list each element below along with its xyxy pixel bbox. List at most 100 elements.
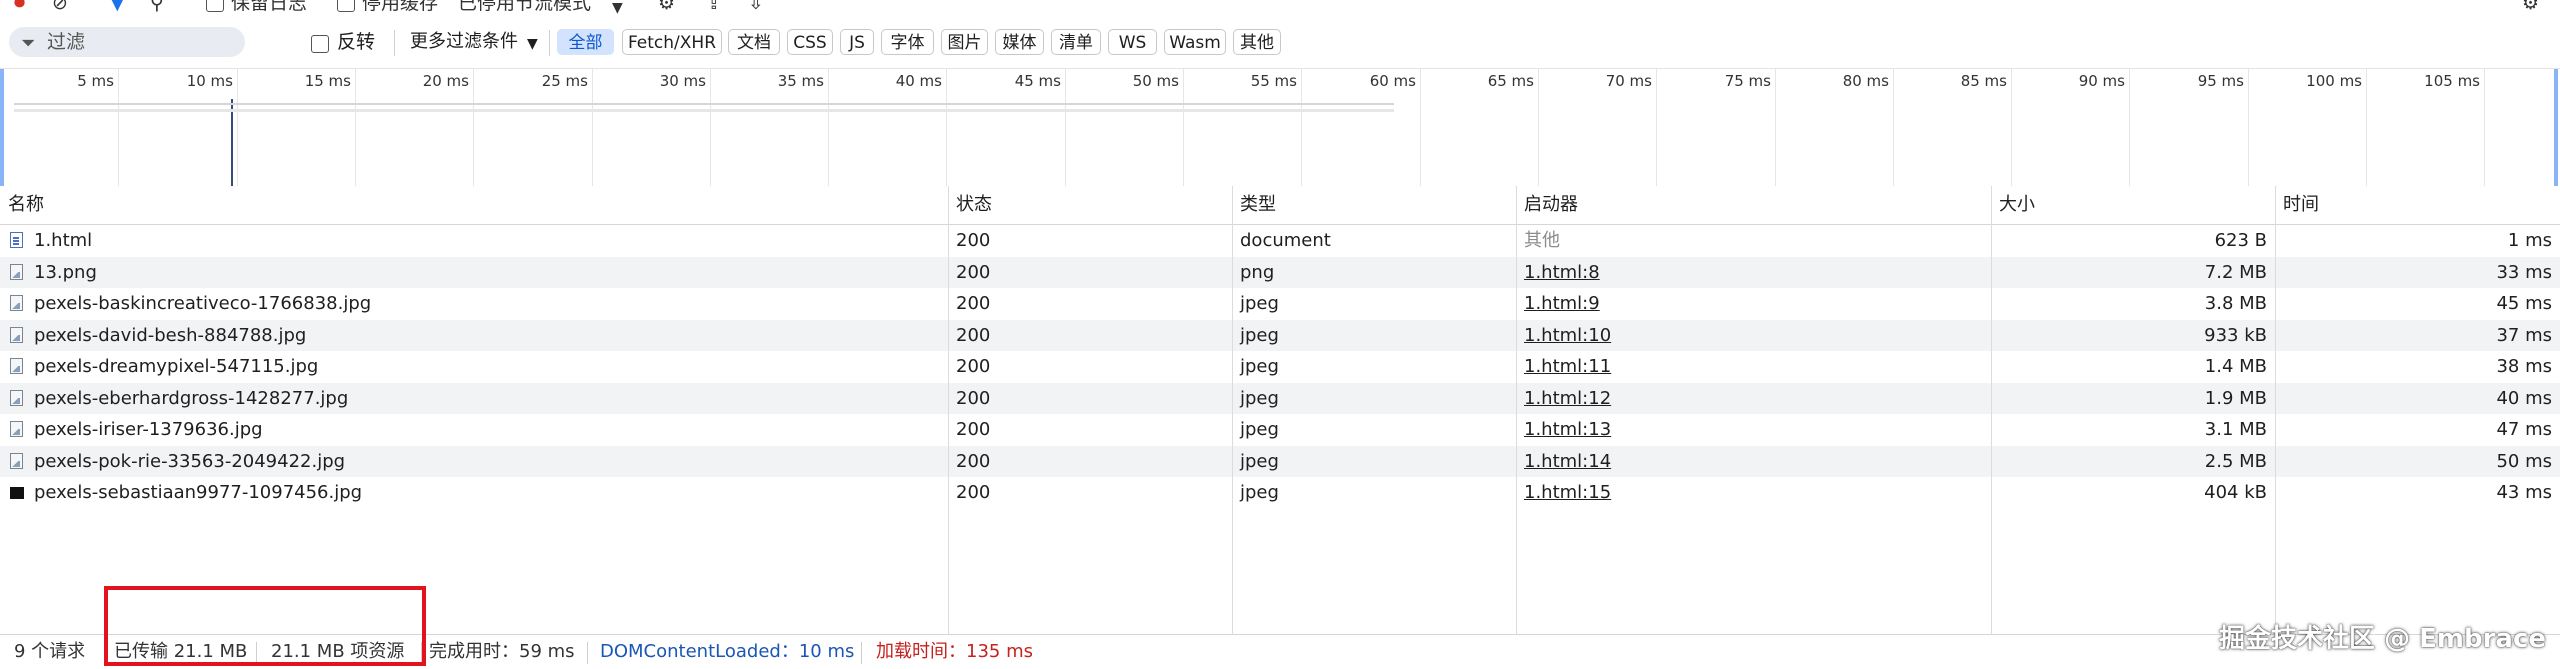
download-icon[interactable]: ⇩ [748,0,764,15]
chevron-down-icon[interactable]: ▼ [527,26,538,62]
table-row[interactable]: pexels-baskincreativeco-1766838.jpg 200 jp… [0,288,2560,319]
cell-initiator[interactable]: 1.html:12 [1516,383,1991,414]
divider [394,30,395,56]
table-row[interactable]: 13.png 200 png 1.html:8 7.2 MB 33 ms [0,257,2560,288]
cell-status: 200 [956,388,991,409]
filter-type-chip[interactable]: 全部 [557,29,614,55]
table-row[interactable]: pexels-david-besh-884788.jpg 200 jpeg 1.htm… [0,320,2560,351]
cell-name: pexels-eberhardgross-1428277.jpg [34,388,349,409]
table-header: 名称 状态 类型 启动器 大小 时间 [0,186,2560,225]
timeline-tick-label: 10 ms [186,72,233,90]
timeline-overview[interactable]: 5 ms 10 ms 15 ms 20 ms 25 ms 30 ms 35 ms 40 ms 4… [0,68,2560,188]
cell-size: 3.1 MB [2204,419,2267,440]
cell-size: 404 kB [2204,482,2267,503]
cell-size: 7.2 MB [2204,262,2267,283]
timeline-gridline [237,69,238,187]
filter-type-chip[interactable]: CSS [787,29,833,55]
column-divider[interactable] [1516,186,1517,634]
cell-initiator[interactable]: 1.html:10 [1516,320,1991,351]
timeline-gridline [1656,69,1657,187]
column-divider[interactable] [948,186,949,634]
upload-icon[interactable]: ⇪ [706,0,722,15]
filter-type-chip[interactable]: 清单 [1051,29,1101,55]
preserve-log-checkbox[interactable] [206,0,224,12]
disable-cache-checkbox[interactable] [337,0,355,12]
cell-initiator[interactable]: 1.html:14 [1516,446,1991,477]
table-row[interactable]: pexels-iriser-1379636.jpg 200 jpeg 1.html:1… [0,414,2560,445]
filter-type-chip[interactable]: 媒体 [995,29,1044,55]
finish-time: 完成用时：59 ms [429,641,575,662]
column-divider[interactable] [2275,186,2276,634]
invert-checkbox[interactable] [311,35,329,53]
timeline-gridline [1065,69,1066,187]
timeline-tick-label: 90 ms [2078,72,2125,90]
filter-type-chip[interactable]: 文档 [728,29,780,55]
cell-initiator[interactable]: 1.html:8 [1516,257,1991,288]
cell-status: 200 [956,356,991,377]
filter-type-chip[interactable]: 图片 [941,29,988,55]
table-row[interactable]: pexels-pok-rie-33563-2049422.jpg 200 jpeg 1… [0,446,2560,477]
filter-type-chip[interactable]: WS [1108,29,1157,55]
record-stop-icon[interactable]: ⏺ [14,0,25,15]
timeline-tick-label: 50 ms [1132,72,1179,90]
table-row[interactable]: pexels-dreamypixel-547115.jpg 200 jpeg 1.ht… [0,351,2560,382]
watermark: 掘金技术社区 @ Embrace [2219,624,2546,654]
timeline-bar [14,103,1394,105]
load-time: 加载时间：135 ms [876,641,1033,662]
timeline-bar [14,109,1394,112]
column-header-name[interactable]: 名称 [0,186,948,224]
column-divider[interactable] [1991,186,1992,634]
cell-status: 200 [956,325,991,346]
filter-type-chip[interactable]: 其他 [1233,29,1281,55]
table-row[interactable]: pexels-sebastiaan9977-1097456.jpg 200 jpeg… [0,477,2560,508]
timeline-tick-label: 25 ms [541,72,588,90]
table-row[interactable]: 1.html 200 document 其他 623 B 1 ms [0,225,2560,256]
chevron-down-icon[interactable]: ▼ [612,0,623,18]
filter-type-chip[interactable]: 字体 [881,29,934,55]
timeline-gridline [2366,69,2367,187]
timeline-tick-label: 95 ms [2197,72,2244,90]
cell-size: 933 kB [2204,325,2267,346]
column-header-size[interactable]: 大小 [1991,186,2275,224]
timeline-gridline [946,69,947,187]
table-row[interactable]: pexels-eberhardgross-1428277.jpg 200 jpeg 1… [0,383,2560,414]
column-header-status[interactable]: 状态 [948,186,1232,224]
network-conditions-icon[interactable]: ⚙ [658,0,675,15]
cell-size: 2.5 MB [2204,451,2267,472]
throttle-select[interactable]: 已停用节流模式 [458,0,591,15]
timeline-gridline [2248,69,2249,187]
clear-icon[interactable]: ⊘ [52,0,68,15]
column-header-type[interactable]: 类型 [1232,186,1516,224]
request-count: 9 个请求 [14,641,86,662]
cell-time: 38 ms [2496,356,2552,377]
cell-name: 13.png [34,262,97,283]
cell-type: jpeg [1240,482,1279,503]
cell-status: 200 [956,230,991,251]
timeline-gridline [2011,69,2012,187]
more-filters-dropdown[interactable]: 更多过滤条件 [410,24,518,60]
cell-initiator[interactable]: 1.html:11 [1516,351,1991,382]
cell-initiator[interactable]: 1.html:15 [1516,477,1991,508]
search-icon[interactable]: ⚲ [150,0,164,15]
timeline-tick-label: 5 ms [77,72,114,90]
cell-initiator: 其他 [1524,230,1560,251]
filter-funnel-icon[interactable]: ▼ [110,0,125,15]
filter-type-chip[interactable]: Fetch/XHR [622,29,722,55]
invert-label: 反转 [337,31,376,53]
cell-status: 200 [956,262,991,283]
cell-type: jpeg [1240,293,1279,314]
cell-initiator[interactable]: 1.html:13 [1516,414,1991,445]
cell-initiator[interactable]: 1.html:9 [1516,288,1991,319]
cell-status: 200 [956,419,991,440]
column-header-initiator[interactable]: 启动器 [1516,186,1991,224]
timeline-gridline [1301,69,1302,187]
filter-input[interactable]: ⏷ 过滤 [9,27,245,57]
settings-gear-icon[interactable]: ⚙ [2522,0,2539,15]
column-header-time[interactable]: 时间 [2275,186,2560,224]
filter-type-chip[interactable]: JS [840,29,874,55]
timeline-tick-label: 45 ms [1014,72,1061,90]
timeline-right-handle[interactable] [2554,69,2558,187]
filter-type-chip[interactable]: Wasm [1164,29,1226,55]
timeline-left-handle[interactable] [0,69,4,187]
column-divider[interactable] [1232,186,1233,634]
